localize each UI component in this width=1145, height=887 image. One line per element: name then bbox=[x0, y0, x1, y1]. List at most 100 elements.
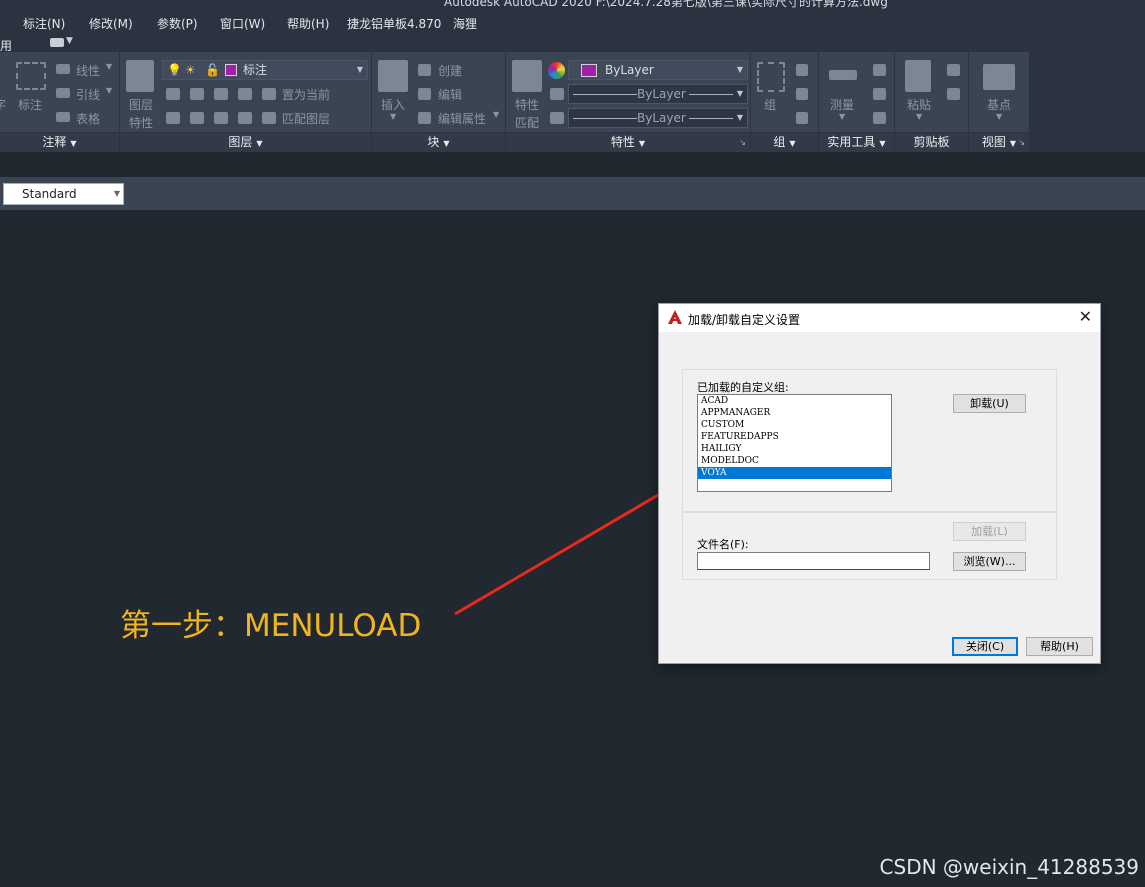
panel-layers-footer[interactable]: 图层 ▼ bbox=[120, 132, 371, 152]
linear-dim-label[interactable]: 线性 bbox=[76, 62, 100, 79]
set-current-label[interactable]: 置为当前 bbox=[282, 86, 330, 103]
group-label[interactable]: 组 bbox=[764, 96, 776, 113]
insert-block-icon[interactable] bbox=[378, 60, 408, 92]
panel-utilities-footer[interactable]: 实用工具 ▼ bbox=[819, 132, 894, 152]
ungroup-icon[interactable] bbox=[796, 64, 808, 76]
match-properties-label-1[interactable]: 特性 bbox=[515, 96, 539, 113]
linetype-icon[interactable] bbox=[550, 112, 564, 124]
layer-dropdown[interactable]: 💡 ☀ 🔓 标注 ▼ bbox=[162, 60, 368, 80]
menu-modify[interactable]: 修改(M) bbox=[89, 15, 133, 32]
match-properties-icon[interactable] bbox=[512, 60, 542, 92]
measure-label[interactable]: 测量 bbox=[830, 96, 854, 113]
close-button[interactable]: 关闭(C) bbox=[952, 637, 1018, 656]
panel-annotation-footer[interactable]: 注释 ▼ bbox=[0, 132, 119, 152]
load-button[interactable]: 加载(L) bbox=[953, 522, 1026, 541]
paste-icon[interactable] bbox=[905, 60, 931, 92]
list-item[interactable]: CUSTOM bbox=[698, 419, 891, 431]
menu-help[interactable]: 帮助(H) bbox=[287, 15, 329, 32]
layer-properties-label-2[interactable]: 特性 bbox=[129, 114, 153, 131]
color-dropdown[interactable]: ByLayer ▼ bbox=[568, 60, 748, 80]
cut-icon[interactable] bbox=[947, 64, 960, 76]
menu-dimension[interactable]: 标注(N) bbox=[23, 15, 65, 32]
select-all-icon[interactable] bbox=[873, 88, 886, 100]
measure-icon[interactable] bbox=[829, 70, 857, 80]
chevron-down-icon: ▼ bbox=[256, 139, 263, 148]
workspace-toggle-icon[interactable] bbox=[50, 38, 64, 47]
paste-label[interactable]: 粘贴 bbox=[907, 96, 931, 113]
list-item[interactable]: MODELDOC bbox=[698, 455, 891, 467]
customization-group-list[interactable]: ACAD APPMANAGER CUSTOM FEATUREDAPPS HAIL… bbox=[697, 394, 892, 492]
edit-block-icon[interactable] bbox=[418, 88, 431, 100]
dimension-icon[interactable] bbox=[16, 62, 46, 90]
layer-properties-icon[interactable] bbox=[126, 60, 154, 92]
panel-view-footer[interactable]: 视图 ▼ ↘ bbox=[969, 132, 1029, 152]
layer-freeze-icon[interactable] bbox=[214, 88, 228, 100]
panel-block-footer[interactable]: 块 ▼ bbox=[372, 132, 505, 152]
text-tool-label[interactable]: 字 bbox=[0, 96, 6, 113]
create-block-icon[interactable] bbox=[418, 64, 431, 76]
text-style-dropdown[interactable]: Standard ▼ bbox=[3, 183, 124, 205]
match-layer-icon[interactable] bbox=[262, 112, 276, 124]
group-edit-icon[interactable] bbox=[796, 88, 808, 100]
chevron-down-icon[interactable]: ▼ bbox=[66, 36, 73, 46]
panel-groups-footer[interactable]: 组 ▼ bbox=[751, 132, 818, 152]
list-item[interactable]: APPMANAGER bbox=[698, 407, 891, 419]
layer-thaw-icon[interactable] bbox=[214, 112, 228, 124]
lineweight-icon[interactable] bbox=[550, 88, 564, 100]
panel-clipboard-footer[interactable]: 剪贴板 bbox=[895, 132, 968, 152]
table-label[interactable]: 表格 bbox=[76, 110, 100, 127]
edit-block-label[interactable]: 编辑 bbox=[438, 86, 462, 103]
edit-attributes-label[interactable]: 编辑属性 bbox=[438, 110, 486, 127]
match-properties-label-2[interactable]: 匹配 bbox=[515, 114, 539, 131]
chevron-down-icon: ▼ bbox=[736, 113, 743, 122]
menu-parametric[interactable]: 参数(P) bbox=[157, 15, 198, 32]
layer-off-icon[interactable] bbox=[166, 88, 180, 100]
leader-icon[interactable] bbox=[56, 88, 70, 98]
color-wheel-icon[interactable] bbox=[548, 62, 565, 79]
linear-dim-icon[interactable] bbox=[56, 64, 70, 74]
menu-plugin-jielong[interactable]: 捷龙铝单板4.870 bbox=[347, 15, 441, 32]
calculator-icon[interactable] bbox=[873, 112, 886, 124]
list-item[interactable]: FEATUREDAPPS bbox=[698, 431, 891, 443]
edit-attributes-icon[interactable] bbox=[418, 112, 431, 124]
panel-view: 基点 ▼ 视图 ▼ ↘ bbox=[969, 52, 1030, 152]
list-item[interactable]: ACAD bbox=[698, 395, 891, 407]
unload-button[interactable]: 卸载(U) bbox=[953, 394, 1026, 413]
panel-properties-footer[interactable]: 特性 ▼ ↘ bbox=[506, 132, 750, 152]
table-icon[interactable] bbox=[56, 112, 70, 122]
layer-properties-label-1[interactable]: 图层 bbox=[129, 96, 153, 113]
group-select-icon[interactable] bbox=[796, 112, 808, 124]
list-item[interactable]: HAILIGY bbox=[698, 443, 891, 455]
menu-window[interactable]: 窗口(W) bbox=[220, 15, 265, 32]
menu-plugin-haili[interactable]: 海狸 bbox=[453, 15, 477, 32]
insert-label[interactable]: 插入 bbox=[381, 96, 405, 113]
dialog-launcher-icon[interactable]: ↘ bbox=[1018, 133, 1025, 152]
layer-unisolate-icon[interactable] bbox=[190, 112, 204, 124]
layer-on-icon[interactable] bbox=[166, 112, 180, 124]
dialog-launcher-icon[interactable]: ↘ bbox=[739, 133, 746, 152]
leader-label[interactable]: 引线 bbox=[76, 86, 100, 103]
layer-lock-icon[interactable] bbox=[238, 88, 252, 100]
linetype-dropdown[interactable]: ByLayer ▼ bbox=[568, 84, 748, 104]
layer-isolate-icon[interactable] bbox=[190, 88, 204, 100]
quick-select-icon[interactable] bbox=[873, 64, 886, 76]
layer-color-swatch bbox=[225, 64, 237, 76]
layer-unlock-icon[interactable] bbox=[238, 112, 252, 124]
set-current-icon[interactable] bbox=[262, 88, 276, 100]
help-button[interactable]: 帮助(H) bbox=[1026, 637, 1093, 656]
list-item-selected[interactable]: VOYA bbox=[698, 467, 891, 479]
dimension-label[interactable]: 标注 bbox=[18, 96, 42, 113]
style-toolbar: Standard ▼ bbox=[0, 177, 1145, 210]
base-view-icon[interactable] bbox=[983, 64, 1015, 90]
lineweight-dropdown[interactable]: ByLayer ▼ bbox=[568, 108, 748, 128]
filename-input[interactable] bbox=[697, 552, 930, 570]
browse-button[interactable]: 浏览(W)... bbox=[953, 552, 1026, 571]
group-icon[interactable] bbox=[757, 62, 785, 92]
copy-icon[interactable] bbox=[947, 88, 960, 100]
close-icon[interactable]: ✕ bbox=[1079, 307, 1092, 326]
base-point-label[interactable]: 基点 bbox=[987, 96, 1011, 113]
chevron-down-icon: ▼ bbox=[879, 139, 886, 148]
create-block-label[interactable]: 创建 bbox=[438, 62, 462, 79]
match-layer-label[interactable]: 匹配图层 bbox=[282, 110, 330, 127]
chevron-down-icon: ▼ bbox=[1009, 139, 1017, 148]
